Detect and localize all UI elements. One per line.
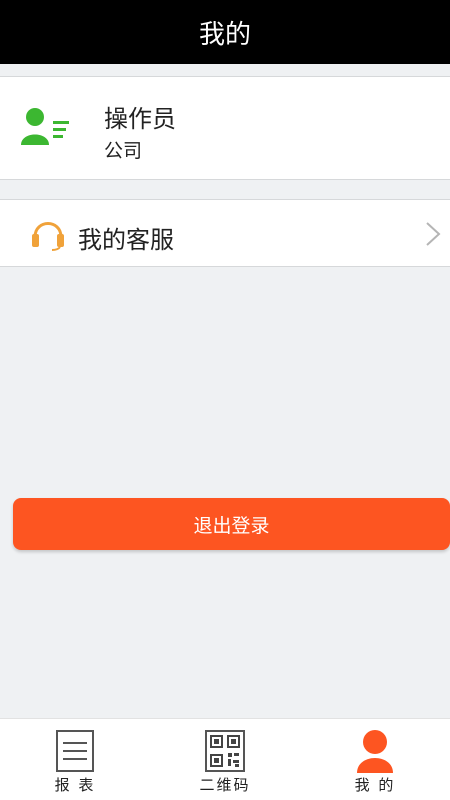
tab-report-label: 报 表 <box>54 776 96 794</box>
header-bar: 我的 <box>0 0 450 64</box>
report-list-icon <box>56 730 94 772</box>
tab-mine[interactable]: 我 的 <box>300 719 450 800</box>
qr-code-icon <box>205 730 245 772</box>
tab-qr-code[interactable]: 二维码 <box>150 719 300 800</box>
user-icon <box>357 730 393 773</box>
tab-mine-label: 我 的 <box>354 776 396 794</box>
chevron-right-icon <box>426 222 441 246</box>
profile-card: 操作员 公司 <box>0 76 450 180</box>
headset-icon <box>32 222 64 251</box>
profile-name: 操作员 <box>104 105 176 133</box>
tab-qr-code-label: 二维码 <box>199 776 251 794</box>
logout-button[interactable]: 退出登录 <box>13 498 450 550</box>
customer-service-item[interactable]: 我的客服 <box>0 199 450 267</box>
tab-report[interactable]: 报 表 <box>0 719 150 800</box>
page-title: 我的 <box>198 19 251 50</box>
customer-service-label: 我的客服 <box>78 226 174 254</box>
user-list-icon <box>21 108 69 145</box>
tab-bar: 报 表 二维码 我 的 <box>0 718 450 800</box>
profile-company: 公司 <box>104 140 143 162</box>
